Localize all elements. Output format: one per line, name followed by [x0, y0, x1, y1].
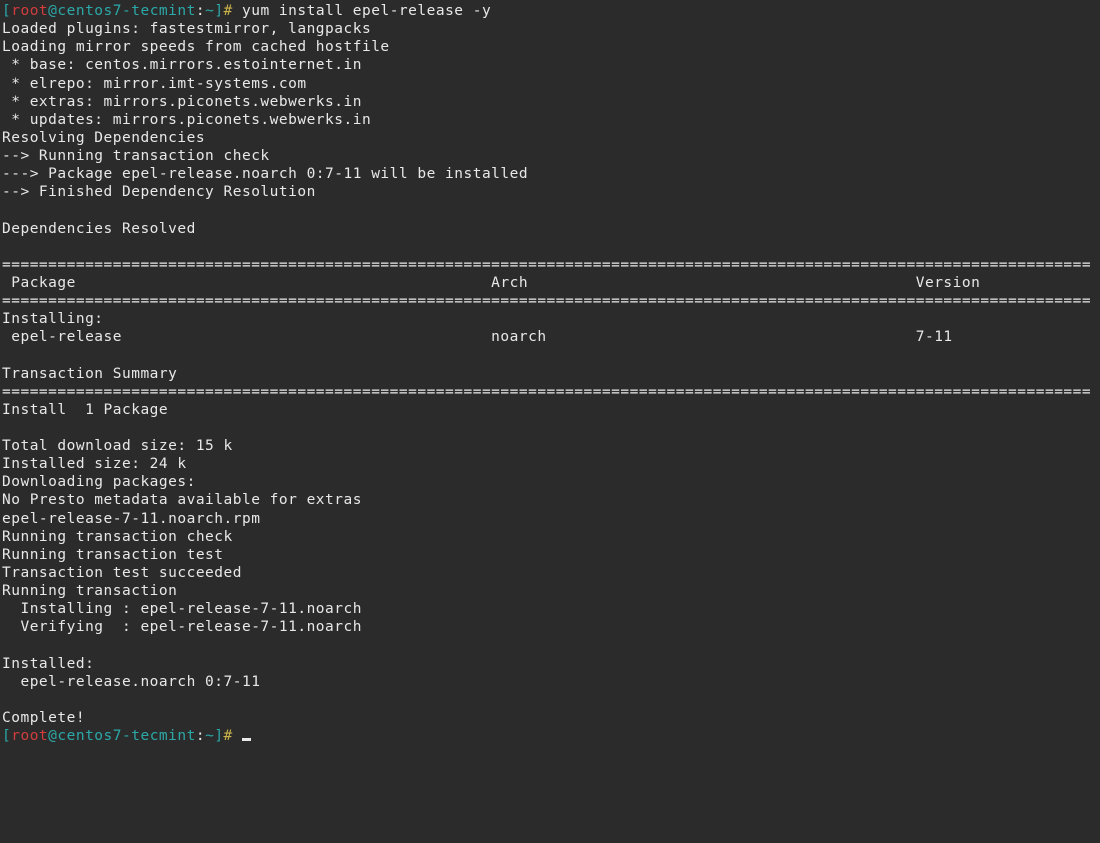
- prompt-bracket-close: ]: [214, 3, 223, 19]
- output-line: Verifying : epel-release-7-11.noarch: [2, 619, 362, 635]
- output-line: Running transaction check: [2, 529, 233, 545]
- prompt-host: centos7-tecmint: [57, 3, 195, 19]
- prompt-at: @: [48, 3, 57, 19]
- prompt-bracket-open: [: [2, 728, 11, 744]
- output-line: Installed:: [2, 656, 94, 672]
- output-line: Dependencies Resolved: [2, 221, 196, 237]
- prompt-user: root: [11, 728, 48, 744]
- output-line: Install 1 Package: [2, 402, 168, 418]
- output-line: Running transaction test: [2, 547, 224, 563]
- prompt-bracket-close: ]: [214, 728, 223, 744]
- table-row: epel-release noarch 7-11: [2, 329, 953, 345]
- output-line: * base: centos.mirrors.estointernet.in: [2, 57, 362, 73]
- prompt-hash: #: [224, 3, 242, 19]
- terminal-window[interactable]: [root@centos7-tecmint:~]# yum install ep…: [0, 0, 1100, 745]
- output-line: --> Finished Dependency Resolution: [2, 184, 316, 200]
- output-line: Running transaction: [2, 583, 177, 599]
- output-line: Downloading packages:: [2, 474, 196, 490]
- output-line: --> Running transaction check: [2, 148, 270, 164]
- output-line: Installing : epel-release-7-11.noarch: [2, 601, 362, 617]
- prompt-bracket-open: [: [2, 3, 11, 19]
- output-line: Installed size: 24 k: [2, 456, 187, 472]
- prompt-line-2[interactable]: [root@centos7-tecmint:~]#: [2, 728, 251, 744]
- separator: ========================================…: [2, 384, 1091, 400]
- output-line: Loaded plugins: fastestmirror, langpacks: [2, 21, 371, 37]
- output-line: ---> Package epel-release.noarch 0:7-11 …: [2, 166, 528, 182]
- separator: ========================================…: [2, 293, 1091, 309]
- output-line: Transaction Summary: [2, 366, 177, 382]
- output-line: * updates: mirrors.piconets.webwerks.in: [2, 112, 371, 128]
- output-line: * elrepo: mirror.imt-systems.com: [2, 76, 307, 92]
- output-line: epel-release.noarch 0:7-11: [2, 674, 260, 690]
- prompt-hash: #: [224, 728, 242, 744]
- cursor-icon: [242, 738, 251, 741]
- command-text: yum install epel-release -y: [242, 3, 491, 19]
- prompt-colon: :: [196, 3, 205, 19]
- output-line: Loading mirror speeds from cached hostfi…: [2, 39, 390, 55]
- prompt-host: centos7-tecmint: [57, 728, 195, 744]
- prompt-at: @: [48, 728, 57, 744]
- output-line: No Presto metadata available for extras: [2, 492, 362, 508]
- output-line: Complete!: [2, 710, 85, 726]
- output-line: Installing:: [2, 311, 104, 327]
- prompt-colon: :: [196, 728, 205, 744]
- prompt-user: root: [11, 3, 48, 19]
- output-line: Total download size: 15 k: [2, 438, 233, 454]
- prompt-cwd: ~: [205, 3, 214, 19]
- output-line: Resolving Dependencies: [2, 130, 205, 146]
- output-line: epel-release-7-11.noarch.rpm: [2, 511, 260, 527]
- separator: ========================================…: [2, 257, 1091, 273]
- output-line: * extras: mirrors.piconets.webwerks.in: [2, 94, 362, 110]
- prompt-cwd: ~: [205, 728, 214, 744]
- prompt-line-1: [root@centos7-tecmint:~]# yum install ep…: [2, 3, 491, 19]
- output-line: Transaction test succeeded: [2, 565, 242, 581]
- table-header: Package Arch Version: [2, 275, 980, 291]
